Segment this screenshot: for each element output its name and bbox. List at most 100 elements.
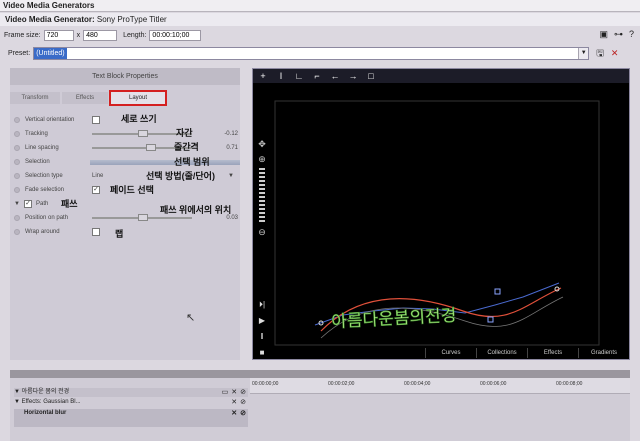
frame-size-label: Frame size: <box>4 31 41 39</box>
track-text-block[interactable]: ▼ 아름다운 봄의 전경 ▭ ✕ ⊘ <box>14 388 248 397</box>
annotation-selection: 선택 범위 <box>174 157 210 167</box>
length-label: Length: <box>123 31 147 39</box>
keyframe-dot[interactable] <box>14 173 20 179</box>
preset-value: (Untitled) <box>34 48 67 59</box>
keyframe-dot[interactable] <box>14 215 20 221</box>
annotation-selection-type: 선택 방법(줄/단어) <box>146 171 215 181</box>
tab-curves[interactable]: Curves <box>425 348 476 358</box>
text-cursor-icon[interactable]: I <box>275 71 287 81</box>
slider-thumb[interactable] <box>146 144 156 151</box>
generator-subtitle: Video Media Generator: Sony ProType Titl… <box>0 13 640 26</box>
window-title: Video Media Generators <box>0 0 640 12</box>
track-effects[interactable]: ▼ Effects: Gaussian Bl... ✕ ⊘ <box>14 398 248 407</box>
time-tick: 00:00:08;00 <box>556 381 583 387</box>
selection-type-value[interactable]: Line <box>92 170 103 182</box>
video-media-generators-window: Video Media Generators Video Media Gener… <box>0 0 640 441</box>
expand-triangle-icon[interactable]: ▼ <box>14 198 20 210</box>
frame-square-icon[interactable]: □ <box>365 71 377 81</box>
clip-icon[interactable]: ▣ <box>599 29 608 40</box>
time-tick: 00:00:06;00 <box>480 381 507 387</box>
position-value: 0.03 <box>226 215 238 221</box>
fade-checkbox-checked[interactable]: ✓ <box>92 186 100 194</box>
fade-selection-label: Fade selection <box>25 187 65 193</box>
plugin-chain-icon[interactable]: ⊶ <box>614 29 623 40</box>
wrap-around-label: Wrap around <box>25 229 60 235</box>
tracking-label: Tracking <box>25 131 48 137</box>
path-label: Path <box>36 201 49 207</box>
corner-right-icon[interactable]: ⌐ <box>311 71 323 81</box>
position-slider[interactable] <box>92 214 192 221</box>
preview-canvas[interactable]: + I ∟ ⌐ ← → □ ✥ ⊕ ⊖ ⏵| ▶ ‖ ■ 아름다운봄의전경 Cu… <box>252 68 630 360</box>
track-horizontal-blur[interactable]: Horizontal blur ✕ ⊘ <box>14 409 248 427</box>
tab-layout[interactable]: Layout <box>109 90 167 106</box>
tab-gradients[interactable]: Gradients <box>578 348 629 358</box>
track-text-label: 아름다운 봄의 전경 <box>21 389 70 395</box>
timeline-scrollbar[interactable] <box>10 370 630 378</box>
line-spacing-label: Line spacing <box>25 145 59 151</box>
length-input[interactable] <box>149 29 202 41</box>
row-tracking: Tracking -0.12 <box>10 128 240 140</box>
annotation-line-spacing: 줄간격 <box>174 142 199 152</box>
slider-thumb[interactable] <box>138 130 148 137</box>
subtitle-plugin: Sony ProType Titler <box>96 15 167 24</box>
window-icon[interactable]: ▭ <box>222 388 229 397</box>
track-effects-label: Effects: Gaussian Bl... <box>21 399 81 405</box>
frame-times-label: x <box>76 31 81 39</box>
selection-label: Selection <box>25 159 50 165</box>
vertical-checkbox[interactable] <box>92 116 100 124</box>
preset-bar: Preset: (Untitled) ▼ 🖫 ✕ <box>0 45 640 62</box>
close-icon[interactable]: ✕ <box>231 398 237 407</box>
row-line-spacing: Line spacing 0.71 <box>10 142 240 154</box>
time-tick: 00:00:02;00 <box>328 381 355 387</box>
keyframe-dot[interactable] <box>14 145 20 151</box>
preset-combobox[interactable]: (Untitled) ▼ <box>33 47 590 60</box>
disable-icon[interactable]: ⊘ <box>240 398 246 407</box>
frame-width-input[interactable] <box>43 29 74 41</box>
chevron-down-icon[interactable]: ▼ <box>578 48 589 59</box>
preview-toolbar: + I ∟ ⌐ ← → □ <box>253 69 629 83</box>
mouse-cursor-icon: ↖ <box>186 312 196 324</box>
vertical-label: Vertical orientation <box>25 117 75 123</box>
keyframe-dot[interactable] <box>14 131 20 137</box>
arrow-left-icon[interactable]: ← <box>329 71 341 81</box>
property-tabs: Transform Effects Layout <box>10 90 240 106</box>
close-icon[interactable]: ✕ <box>231 388 237 397</box>
subtitle-prefix: Video Media Generator: <box>5 15 95 24</box>
line-spacing-value: 0.71 <box>226 145 238 151</box>
control-point[interactable] <box>494 288 501 295</box>
tab-transform[interactable]: Transform <box>10 92 60 104</box>
text-block-properties-panel: Text Block Properties Transform Effects … <box>10 68 240 360</box>
keyframe-dot[interactable] <box>14 117 20 123</box>
tab-effects[interactable]: Effects <box>62 92 108 104</box>
help-icon[interactable]: ? <box>629 29 634 40</box>
annotation-path: 패쓰 <box>61 199 78 209</box>
panel-header: Text Block Properties <box>10 68 240 85</box>
keyframe-dot[interactable] <box>14 187 20 193</box>
track-expand-icon[interactable]: ▼ <box>14 399 20 405</box>
frame-height-input[interactable] <box>83 29 118 41</box>
arrow-right-icon[interactable]: → <box>347 71 359 81</box>
corner-left-icon[interactable]: ∟ <box>293 71 305 81</box>
add-icon[interactable]: + <box>257 71 269 81</box>
keyframe-dot[interactable] <box>14 229 20 235</box>
save-preset-icon[interactable]: 🖫 <box>596 46 604 62</box>
path-checkbox-checked[interactable]: ✓ <box>24 200 32 208</box>
delete-preset-icon[interactable]: ✕ <box>611 48 619 59</box>
annotation-tracking: 자간 <box>176 128 193 138</box>
disable-icon[interactable]: ⊘ <box>240 409 246 418</box>
track-blur-label: Horizontal blur <box>24 410 67 416</box>
disable-icon[interactable]: ⊘ <box>240 388 246 397</box>
selection-range-bar[interactable] <box>90 160 240 165</box>
wrap-checkbox[interactable] <box>92 228 100 236</box>
close-icon[interactable]: ✕ <box>231 409 237 418</box>
tab-effects-lib[interactable]: Effects <box>527 348 578 358</box>
track-expand-icon[interactable]: ▼ <box>14 389 20 395</box>
tab-collections[interactable]: Collections <box>476 348 527 358</box>
chevron-down-icon[interactable]: ▼ <box>228 170 234 182</box>
keyframe-dot[interactable] <box>14 159 20 165</box>
control-point[interactable] <box>487 316 494 323</box>
timeline-ruler[interactable]: 00:00:00;00 00:00:02;00 00:00:04;00 00:0… <box>250 378 630 394</box>
slider-thumb[interactable] <box>138 214 148 221</box>
tracking-value: -0.12 <box>224 131 238 137</box>
frame-bar-icons: ▣ ⊶ ? <box>599 29 634 40</box>
